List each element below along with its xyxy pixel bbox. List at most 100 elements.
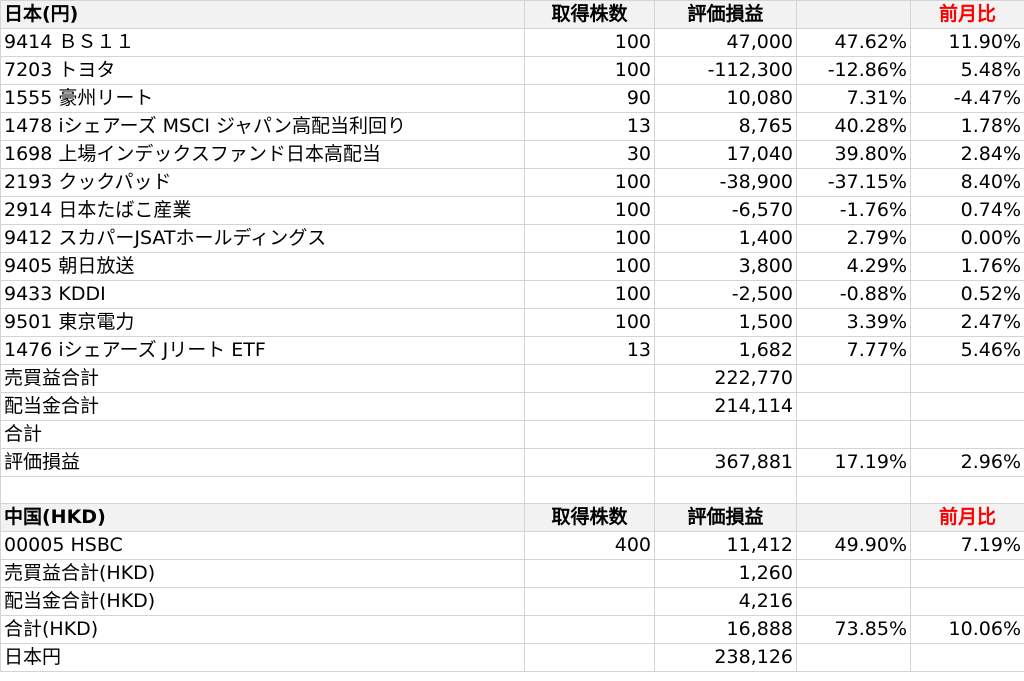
month-change-cell[interactable]: 5.48% [910,56,1024,85]
column-header-valuation[interactable]: 評価損益 [654,503,797,533]
percent-cell[interactable]: 39.80% [796,140,911,169]
percent-cell[interactable]: 3.39% [796,308,911,337]
month-change-cell[interactable]: 8.40% [910,168,1024,197]
empty-cell[interactable] [524,392,655,421]
empty-cell[interactable] [796,475,911,505]
percent-cell[interactable]: -1.76% [796,196,911,225]
column-header-month-change[interactable]: 前月比 [910,0,1024,29]
summary-label-cell[interactable]: 配当金合計 [0,392,525,421]
shares-cell[interactable]: 100 [524,56,655,85]
column-header-valuation[interactable]: 評価損益 [654,0,797,29]
holding-name-cell[interactable]: 2193 クックパッド [0,168,525,197]
column-header-percent[interactable] [796,503,911,533]
summary-percent-cell[interactable] [796,364,911,393]
holding-name-cell[interactable]: 1478 iシェアーズ MSCI ジャパン高配当利回り [0,112,525,141]
summary-label-cell[interactable]: 合計(HKD) [0,615,525,645]
holding-name-cell[interactable]: 1555 豪州リート [0,84,525,113]
holding-name-cell[interactable]: 9433 KDDI [0,280,525,309]
month-change-cell[interactable]: 2.47% [910,308,1024,337]
month-change-cell[interactable]: 0.52% [910,280,1024,309]
section-title[interactable]: 日本(円) [0,0,525,29]
percent-cell[interactable]: 2.79% [796,224,911,253]
shares-cell[interactable]: 100 [524,280,655,309]
holding-name-cell[interactable]: 9405 朝日放送 [0,252,525,281]
percent-cell[interactable]: 4.29% [796,252,911,281]
empty-cell[interactable] [524,420,655,449]
shares-cell[interactable]: 100 [524,28,655,57]
holding-name-cell[interactable]: 7203 トヨタ [0,56,525,85]
summary-percent-cell[interactable] [796,643,911,673]
gain-cell[interactable]: 1,682 [654,336,797,365]
summary-label-cell[interactable]: 合計 [0,420,525,449]
empty-cell[interactable] [524,475,655,505]
summary-gain-cell[interactable]: 214,114 [654,392,797,421]
month-change-cell[interactable]: 0.74% [910,196,1024,225]
shares-cell[interactable]: 30 [524,140,655,169]
percent-cell[interactable]: -12.86% [796,56,911,85]
month-change-cell[interactable]: 11.90% [910,28,1024,57]
summary-label-cell[interactable]: 評価損益 [0,448,525,477]
summary-percent-cell[interactable]: 73.85% [796,615,911,645]
summary-month-change-cell[interactable] [910,587,1024,617]
column-header-shares[interactable]: 取得株数 [524,0,655,29]
shares-cell[interactable]: 100 [524,196,655,225]
gain-cell[interactable]: -112,300 [654,56,797,85]
holding-name-cell[interactable]: 9414 ＢＳ１１ [0,28,525,57]
empty-cell[interactable] [524,448,655,477]
month-change-cell[interactable]: 5.46% [910,336,1024,365]
summary-percent-cell[interactable] [796,392,911,421]
month-change-cell[interactable]: 7.19% [910,531,1024,561]
empty-cell[interactable] [524,559,655,589]
gain-cell[interactable]: 10,080 [654,84,797,113]
month-change-cell[interactable]: 1.76% [910,252,1024,281]
gain-cell[interactable]: -6,570 [654,196,797,225]
summary-month-change-cell[interactable]: 2.96% [910,448,1024,477]
percent-cell[interactable]: -37.15% [796,168,911,197]
empty-cell[interactable] [524,587,655,617]
month-change-cell[interactable]: -4.47% [910,84,1024,113]
column-header-percent[interactable] [796,0,911,29]
summary-percent-cell[interactable]: 17.19% [796,448,911,477]
empty-cell[interactable] [0,475,525,505]
summary-month-change-cell[interactable] [910,420,1024,449]
shares-cell[interactable]: 100 [524,224,655,253]
summary-month-change-cell[interactable] [910,392,1024,421]
gain-cell[interactable]: 17,040 [654,140,797,169]
summary-label-cell[interactable]: 売買益合計(HKD) [0,559,525,589]
gain-cell[interactable]: 1,500 [654,308,797,337]
holding-name-cell[interactable]: 9412 スカパーJSATホールディングス [0,224,525,253]
month-change-cell[interactable]: 1.78% [910,112,1024,141]
empty-cell[interactable] [524,364,655,393]
shares-cell[interactable]: 90 [524,84,655,113]
percent-cell[interactable]: 49.90% [796,531,911,561]
summary-gain-cell[interactable]: 238,126 [654,643,797,673]
column-header-month-change[interactable]: 前月比 [910,503,1024,533]
month-change-cell[interactable]: 2.84% [910,140,1024,169]
gain-cell[interactable]: 47,000 [654,28,797,57]
column-header-shares[interactable]: 取得株数 [524,503,655,533]
summary-gain-cell[interactable]: 222,770 [654,364,797,393]
summary-percent-cell[interactable] [796,587,911,617]
gain-cell[interactable]: -2,500 [654,280,797,309]
percent-cell[interactable]: 47.62% [796,28,911,57]
empty-cell[interactable] [654,475,797,505]
summary-month-change-cell[interactable] [910,559,1024,589]
holding-name-cell[interactable]: 9501 東京電力 [0,308,525,337]
gain-cell[interactable]: -38,900 [654,168,797,197]
empty-cell[interactable] [524,643,655,673]
summary-month-change-cell[interactable]: 10.06% [910,615,1024,645]
summary-gain-cell[interactable]: 367,881 [654,448,797,477]
holding-name-cell[interactable]: 1476 iシェアーズ Jリート ETF [0,336,525,365]
empty-cell[interactable] [910,475,1024,505]
summary-label-cell[interactable]: 配当金合計(HKD) [0,587,525,617]
shares-cell[interactable]: 400 [524,531,655,561]
shares-cell[interactable]: 100 [524,308,655,337]
holding-name-cell[interactable]: 00005 HSBC [0,531,525,561]
summary-month-change-cell[interactable] [910,364,1024,393]
percent-cell[interactable]: -0.88% [796,280,911,309]
holding-name-cell[interactable]: 2914 日本たばこ産業 [0,196,525,225]
summary-percent-cell[interactable] [796,559,911,589]
gain-cell[interactable]: 11,412 [654,531,797,561]
holding-name-cell[interactable]: 1698 上場インデックスファンド日本高配当 [0,140,525,169]
summary-percent-cell[interactable] [796,420,911,449]
